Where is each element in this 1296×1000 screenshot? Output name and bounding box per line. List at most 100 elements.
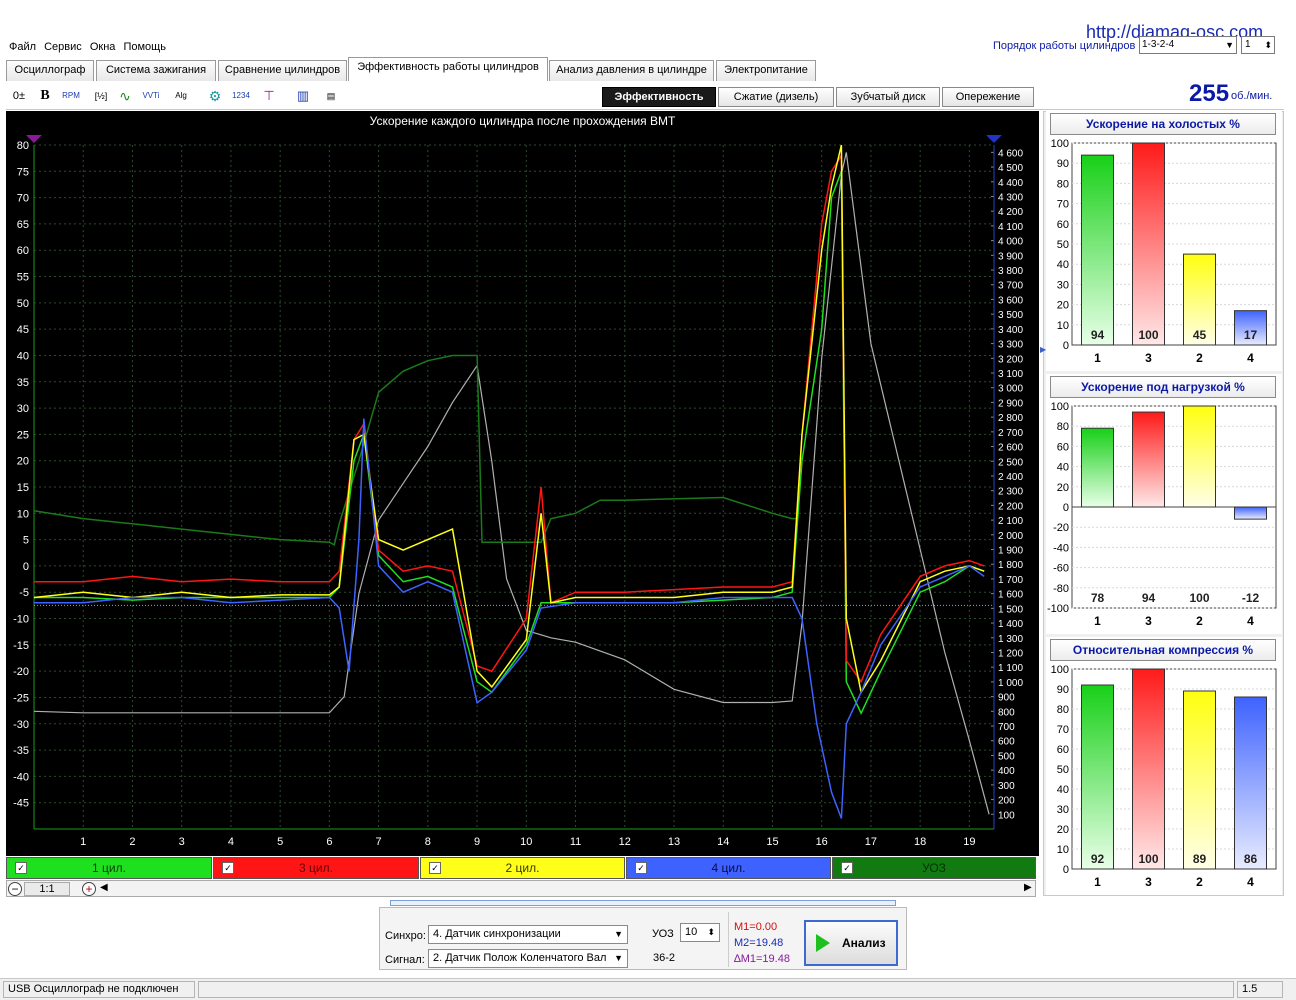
marker-m1: M1=0.00 bbox=[734, 921, 778, 933]
x-axis-tick: 5 bbox=[277, 836, 283, 848]
mode-toothed-disk-button[interactable]: Зубчатый диск bbox=[836, 87, 940, 107]
legend-cyl1-label: 1 цил. bbox=[92, 861, 126, 875]
y-axis-tick: 50 bbox=[1057, 764, 1069, 776]
legend-cyl2[interactable]: ✓ 2 цил. bbox=[420, 857, 625, 879]
legend-cyl3[interactable]: ✓ 3 цил. bbox=[213, 857, 419, 879]
zoom-out-icon[interactable]: − bbox=[8, 882, 22, 896]
y-axis-tick: 0 bbox=[1063, 340, 1069, 352]
compression-title[interactable]: Относительная компрессия % bbox=[1050, 639, 1276, 661]
idle-acceleration-title[interactable]: Ускорение на холостых % bbox=[1050, 113, 1276, 135]
left-axis-tick: 10 bbox=[17, 508, 29, 520]
zoom-in-icon[interactable]: + bbox=[82, 882, 96, 896]
vvti-icon[interactable]: VVTi bbox=[140, 85, 162, 107]
analyze-button[interactable]: Анализ bbox=[804, 920, 898, 966]
mode-advance-button[interactable]: Опережение bbox=[942, 87, 1034, 107]
legend-uoz[interactable]: ✓ УОЗ bbox=[832, 857, 1036, 879]
checkbox-checked-icon[interactable]: ✓ bbox=[222, 862, 234, 874]
firing-order-stepper[interactable]: 1 ⬍ bbox=[1241, 36, 1275, 54]
order-123-icon[interactable]: [½] bbox=[90, 85, 112, 107]
tab-cylinder-efficiency[interactable]: Эффективность работы цилиндров bbox=[348, 57, 548, 81]
right-axis-tick: 3 900 bbox=[998, 251, 1023, 262]
menu-windows[interactable]: Окна bbox=[90, 38, 116, 56]
tab-pressure-analysis[interactable]: Анализ давления в цилиндре bbox=[549, 60, 714, 81]
bar bbox=[1183, 405, 1216, 508]
x-axis-tick: 7 bbox=[376, 836, 382, 848]
right-axis-tick: 3 300 bbox=[998, 340, 1023, 351]
bold-b-icon[interactable]: B bbox=[34, 85, 56, 107]
sync-label: Синхро: bbox=[385, 930, 426, 942]
horizontal-scrollbar[interactable] bbox=[6, 880, 1036, 897]
right-axis-tick: 1 400 bbox=[998, 619, 1023, 630]
algorithm-icon[interactable]: Alg bbox=[170, 85, 192, 107]
sync-select[interactable]: 4. Датчик синхронизации ▼ bbox=[428, 925, 628, 944]
checkbox-checked-icon[interactable]: ✓ bbox=[841, 862, 853, 874]
bar-chart-icon[interactable]: ▥ bbox=[292, 85, 314, 107]
y-axis-tick: 30 bbox=[1057, 279, 1069, 291]
y-axis-tick: -100 bbox=[1047, 603, 1069, 615]
bar-value-label: 94 bbox=[1091, 328, 1105, 342]
wave-icon[interactable]: ∿ bbox=[114, 85, 136, 107]
divider bbox=[728, 912, 730, 967]
checkbox-checked-icon[interactable]: ✓ bbox=[635, 862, 647, 874]
tab-cylinder-compare[interactable]: Сравнение цилиндров bbox=[218, 60, 347, 81]
sensor-icon[interactable]: ⚙ bbox=[204, 85, 226, 107]
right-axis-tick: 3 100 bbox=[998, 369, 1023, 380]
y-axis-tick: 90 bbox=[1057, 158, 1069, 170]
count-1234-icon[interactable]: 1234 bbox=[230, 85, 252, 107]
panel-splitter[interactable] bbox=[390, 900, 896, 906]
firing-order-select[interactable]: 1-3-2-4 ▼ bbox=[1139, 36, 1237, 54]
signal-label: Сигнал: bbox=[385, 954, 425, 966]
checkbox-checked-icon[interactable]: ✓ bbox=[15, 862, 27, 874]
right-axis-tick: 1 200 bbox=[998, 648, 1023, 659]
stepper-value: 1 bbox=[1245, 39, 1251, 50]
left-axis-tick: -25 bbox=[13, 692, 29, 704]
signal-select[interactable]: 2. Датчик Полож Коленчатого Вал ▼ bbox=[428, 949, 628, 968]
tab-ignition[interactable]: Система зажигания bbox=[96, 60, 216, 81]
scroll-left-icon[interactable]: ◀ bbox=[100, 882, 108, 893]
collapse-arrow-icon[interactable]: ▶ bbox=[1040, 345, 1046, 354]
y-axis-tick: 70 bbox=[1057, 199, 1069, 211]
cursor-icon[interactable]: ⊤ bbox=[258, 85, 280, 107]
left-axis-tick: -45 bbox=[13, 798, 29, 810]
menu-service[interactable]: Сервис bbox=[44, 38, 82, 56]
x-axis-tick: 11 bbox=[570, 836, 581, 848]
left-axis-tick: 20 bbox=[17, 456, 29, 468]
bar-value-label: 100 bbox=[1189, 591, 1209, 605]
checkbox-checked-icon[interactable]: ✓ bbox=[429, 862, 441, 874]
y-axis-tick: 80 bbox=[1057, 421, 1069, 433]
y-axis-tick: 0 bbox=[1063, 864, 1069, 876]
left-axis-tick: 70 bbox=[17, 193, 29, 205]
right-axis-tick: 4 200 bbox=[998, 207, 1023, 218]
category-label: 3 bbox=[1145, 875, 1152, 889]
menu-file[interactable]: Файл bbox=[9, 38, 36, 56]
chart-legend: ✓ 1 цил. ✓ 3 цил. ✓ 2 цил. ✓ 4 цил. ✓ УОЗ bbox=[6, 857, 1036, 879]
x-axis-tick: 8 bbox=[425, 836, 431, 848]
tab-power-supply[interactable]: Электропитание bbox=[716, 60, 816, 81]
bar bbox=[1132, 411, 1165, 508]
right-axis-tick: 3 500 bbox=[998, 310, 1023, 321]
tab-oscilloscope[interactable]: Осциллограф bbox=[6, 60, 94, 81]
load-acceleration-title[interactable]: Ускорение под нагрузкой % bbox=[1050, 376, 1276, 398]
chart-plot[interactable]: 80757065605550454035302520151050-5-10-15… bbox=[6, 111, 1039, 856]
legend-cyl4[interactable]: ✓ 4 цил. bbox=[626, 857, 831, 879]
teeth-pattern: 36-2 bbox=[653, 952, 676, 964]
acceleration-chart[interactable]: Ускорение каждого цилиндра после прохожд… bbox=[6, 111, 1039, 856]
category-label: 1 bbox=[1094, 351, 1101, 365]
legend-cyl1[interactable]: ✓ 1 цил. bbox=[6, 857, 212, 879]
bar-value-label: 94 bbox=[1142, 591, 1156, 605]
mode-efficiency-button[interactable]: Эффективность bbox=[602, 87, 716, 107]
rpm-icon[interactable]: RPM bbox=[60, 85, 82, 107]
menu-help[interactable]: Помощь bbox=[123, 38, 166, 56]
right-axis-tick: 400 bbox=[998, 766, 1015, 777]
right-axis-tick: 3 400 bbox=[998, 325, 1023, 336]
left-axis-tick: 55 bbox=[17, 272, 29, 284]
right-axis-tick: 3 700 bbox=[998, 281, 1023, 292]
zero-adjust-icon[interactable]: 0± bbox=[8, 85, 30, 107]
marker-delta: ∆M1=19.48 bbox=[734, 953, 790, 965]
right-axis-tick: 1 700 bbox=[998, 575, 1023, 586]
mode-compression-button[interactable]: Сжатие (дизель) bbox=[718, 87, 834, 107]
toolbar: 0± B RPM [½] ∿ VVTi Alg ⚙ 1234 ⊤ ▥ ▤ Эфф… bbox=[6, 82, 1284, 110]
uoz-stepper[interactable]: 10 ⬍ bbox=[680, 923, 720, 942]
table-icon[interactable]: ▤ bbox=[320, 85, 342, 107]
scroll-right-icon[interactable]: ▶ bbox=[1024, 882, 1032, 893]
